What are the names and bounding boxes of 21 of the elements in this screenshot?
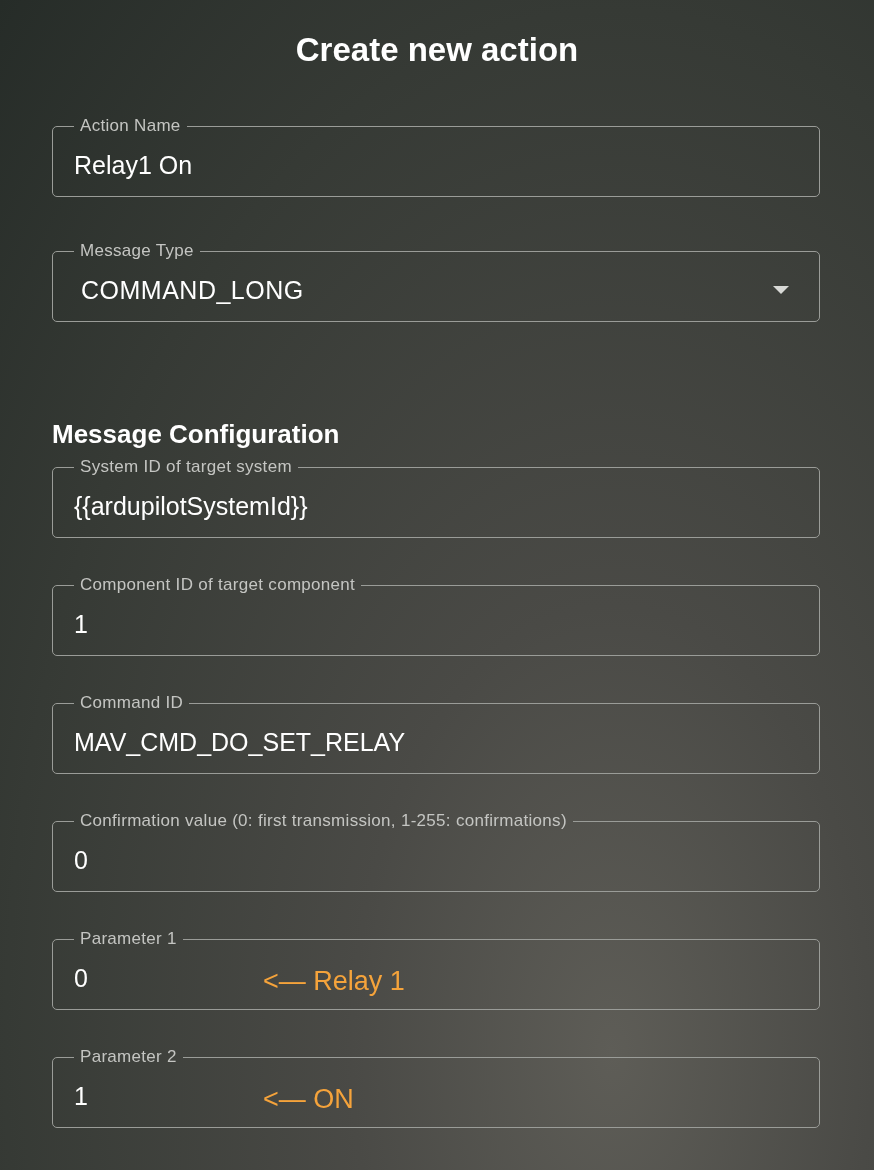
text-field[interactable]: Parameter 2 1 <— ON	[52, 1047, 820, 1128]
field-label: Command ID	[79, 693, 185, 713]
field-label: Component ID of target component	[79, 575, 357, 595]
text-field[interactable]: System ID of target system {{ardupilotSystemId}}	[52, 457, 820, 538]
text-field[interactable]: Component ID of target component 1	[52, 575, 820, 656]
section-heading: Message Configuration	[52, 418, 340, 450]
field-label: Parameter 1	[79, 929, 178, 949]
caret-icon	[773, 286, 789, 294]
text-field[interactable]: Action Name Relay1 On	[52, 116, 820, 197]
field-label: Confirmation value (0: first transmission, 1-255: confirmations)	[79, 811, 568, 831]
message-type-dropdown[interactable]: Message Type COMMAND_LONG	[52, 241, 820, 322]
annotation-text: <— ON	[263, 1083, 354, 1115]
field-label: Action Name	[79, 116, 182, 136]
field-label: System ID of target system	[79, 457, 293, 477]
field-label: Parameter 2	[79, 1047, 178, 1067]
text-field[interactable]: Confirmation value (0: first transmission, 1-255: confirmations) 0	[52, 811, 820, 892]
text-field[interactable]: Command ID MAV_CMD_DO_SET_RELAY	[52, 693, 820, 774]
field-label: Message Type	[79, 241, 195, 261]
annotation-text: <— Relay 1	[263, 965, 405, 997]
text-field[interactable]: Parameter 1 0 <— Relay 1	[52, 929, 820, 1010]
dialog-title: Create new action	[295, 30, 579, 70]
